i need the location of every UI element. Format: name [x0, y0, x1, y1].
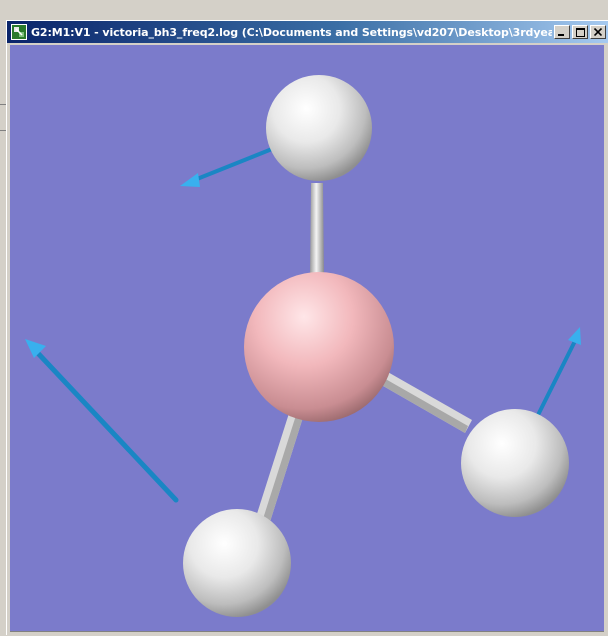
- bond-b-h-bottom: [255, 407, 305, 525]
- hydrogen-atom-right[interactable]: [461, 409, 569, 517]
- bond-b-h-top: [310, 183, 324, 277]
- molecule-scene[interactable]: [10, 45, 604, 631]
- window-bottom-edge: [10, 631, 604, 636]
- close-button[interactable]: [590, 25, 606, 39]
- minimize-button[interactable]: [554, 25, 570, 39]
- hydrogen-atom-bottom[interactable]: [183, 509, 291, 617]
- molecule-3d-viewport[interactable]: [10, 45, 604, 631]
- vibration-vector-right-h: [536, 327, 581, 417]
- vibration-vector-top-h: [180, 147, 274, 187]
- maximize-icon: [575, 27, 585, 37]
- hydrogen-atom-top[interactable]: [266, 75, 372, 181]
- bond-b-h-right: [378, 371, 472, 433]
- window-title: G2:M1:V1 - victoria_bh3_freq2.log (C:\Do…: [31, 25, 552, 39]
- molecule-viewer-window: G2:M1:V1 - victoria_bh3_freq2.log (C:\Do…: [6, 20, 608, 636]
- window-caption-buttons: [552, 25, 606, 39]
- maximize-button[interactable]: [572, 25, 588, 39]
- vibration-vector-left: [25, 339, 179, 503]
- minimize-icon: [558, 34, 564, 36]
- boron-atom[interactable]: [244, 272, 394, 422]
- close-icon: [594, 28, 602, 36]
- gaussview-app-icon[interactable]: [11, 24, 27, 40]
- window-titlebar[interactable]: G2:M1:V1 - victoria_bh3_freq2.log (C:\Do…: [7, 21, 608, 43]
